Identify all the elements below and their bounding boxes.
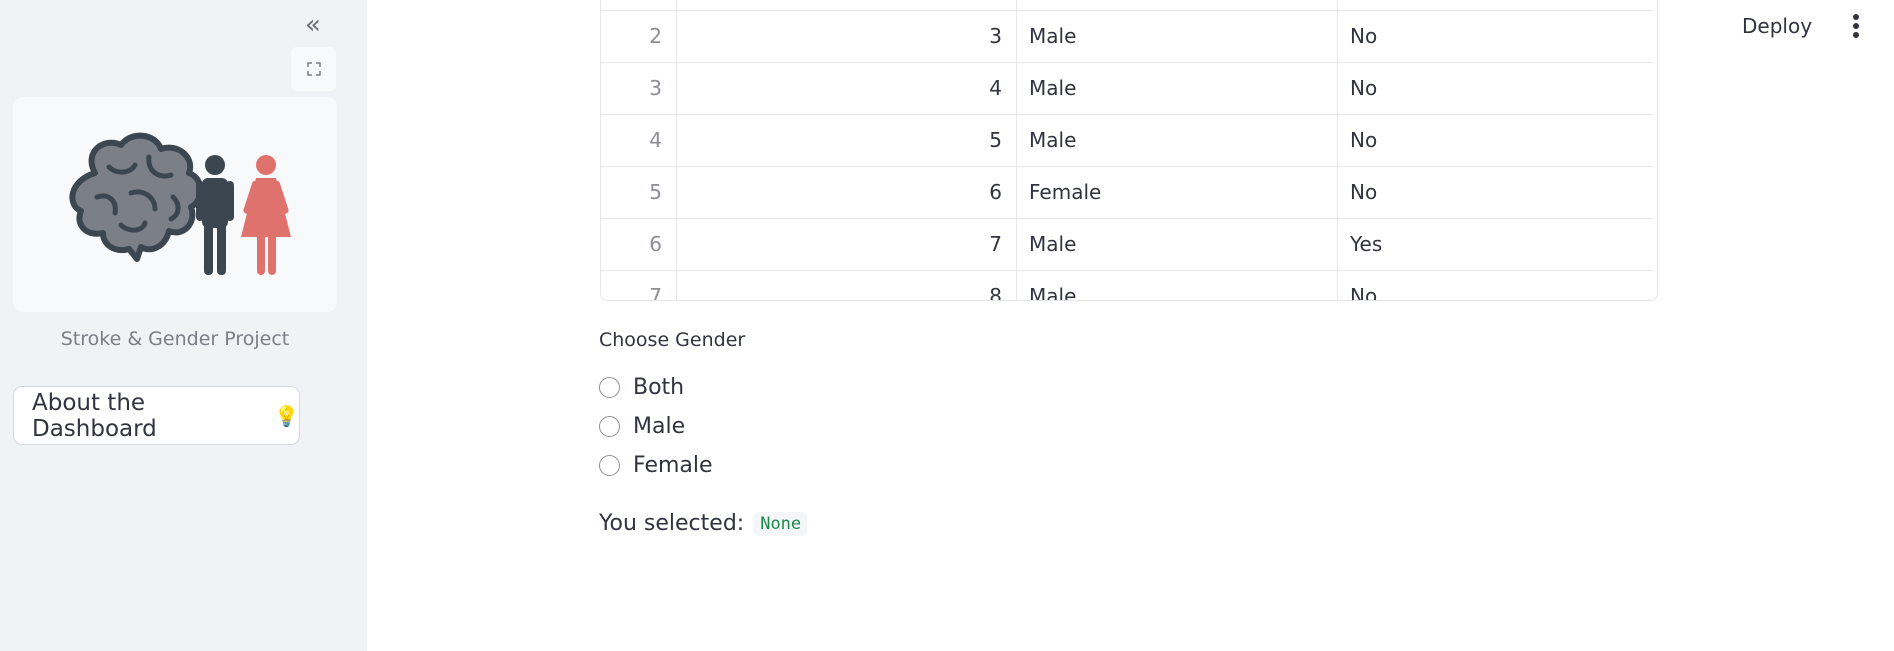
cell-id[interactable]: 4 (677, 62, 1017, 114)
about-dashboard-button[interactable]: About the Dashboard 💡 (13, 386, 300, 445)
kebab-menu-icon[interactable] (1844, 14, 1868, 42)
row-index (601, 0, 677, 10)
table-row: 6 7 Male Yes (601, 218, 1653, 271)
row-index: 6 (601, 218, 677, 270)
fullscreen-button[interactable] (291, 47, 336, 91)
cell-stroke[interactable]: No (1338, 270, 1653, 300)
cell-stroke[interactable]: No (1338, 62, 1653, 114)
collapse-sidebar-icon[interactable]: « (299, 12, 327, 40)
male-person-icon (196, 155, 234, 275)
row-index: 5 (601, 166, 677, 218)
sidebar: « Stroke & Gender Project About the Dash… (0, 0, 367, 651)
cell-id[interactable]: 7 (677, 218, 1017, 270)
table-row: 7 8 Male No (601, 270, 1653, 300)
cell-stroke[interactable]: Yes (1338, 218, 1653, 270)
table-row: 2 3 Male No (601, 10, 1653, 63)
cell-id[interactable]: 6 (677, 166, 1017, 218)
project-caption: Stroke & Gender Project (60, 328, 290, 350)
row-index: 3 (601, 62, 677, 114)
table-row: 3 4 Male No (601, 62, 1653, 115)
female-person-icon (241, 155, 291, 275)
cell-gender[interactable]: Female (1017, 166, 1338, 218)
cell-gender[interactable]: Male (1017, 218, 1338, 270)
about-button-label: About the Dashboard (32, 389, 157, 442)
row-index: 2 (601, 10, 677, 62)
cell-id[interactable]: 3 (677, 10, 1017, 62)
radio-male[interactable]: Male (599, 411, 685, 441)
deploy-button[interactable]: Deploy (1742, 14, 1812, 38)
selection-prefix: You selected: (599, 511, 745, 536)
radio-label-male: Male (633, 413, 686, 439)
selection-value: None (754, 511, 808, 536)
logo-image (13, 97, 337, 312)
cell-id[interactable] (677, 0, 1017, 10)
data-table[interactable]: 2 3 Male No 3 4 Male No 4 5 Male No 5 6 … (600, 0, 1658, 301)
table-row: 4 5 Male No (601, 114, 1653, 167)
cell-gender[interactable]: Male (1017, 62, 1338, 114)
lightbulb-icon: 💡 (274, 403, 299, 428)
radio-circle-icon[interactable] (599, 415, 620, 437)
cell-gender[interactable]: Male (1017, 114, 1338, 166)
cell-stroke[interactable]: No (1338, 166, 1653, 218)
cell-stroke[interactable]: No (1338, 10, 1653, 62)
row-index: 7 (601, 270, 677, 300)
cell-id[interactable]: 8 (677, 270, 1017, 300)
expand-icon (306, 62, 321, 76)
cell-gender[interactable]: Male (1017, 10, 1338, 62)
cell-gender[interactable]: Male (1017, 270, 1338, 300)
radio-female[interactable]: Female (599, 450, 713, 480)
row-index: 4 (601, 114, 677, 166)
radio-both[interactable]: Both (599, 372, 684, 402)
radio-label-female: Female (633, 452, 713, 478)
radio-circle-icon[interactable] (599, 376, 620, 398)
choose-gender-label: Choose Gender (599, 329, 746, 351)
selection-output: You selected: None (599, 511, 808, 536)
radio-label-both: Both (633, 374, 685, 400)
cell-stroke[interactable]: No (1338, 114, 1653, 166)
table-row: 5 6 Female No (601, 166, 1653, 219)
cell-id[interactable]: 5 (677, 114, 1017, 166)
brain-icon (69, 132, 204, 262)
cell-gender[interactable] (1017, 0, 1338, 10)
radio-circle-icon[interactable] (599, 454, 620, 476)
cell-stroke[interactable] (1338, 0, 1653, 10)
